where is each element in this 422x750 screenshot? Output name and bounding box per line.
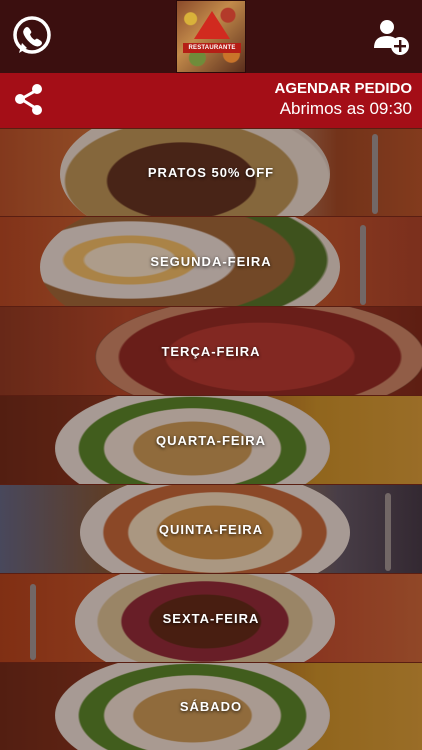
opening-time: Abrimos as 09:30 [279,99,412,118]
menu-item-quinta-feira[interactable]: QUINTA-FEIRA [0,484,422,573]
menu-item-label: SEGUNDA-FEIRA [150,254,272,269]
share-icon[interactable] [12,83,45,116]
menu-item-label: SÁBADO [179,699,243,714]
logo-triangle-icon [194,11,230,39]
menu-item-label: PRATOS 50% OFF [147,165,275,180]
menu-item-label: SEXTA-FEIRA [162,610,260,626]
menu-item-sexta-feira[interactable]: SEXTA-FEIRA [0,573,422,662]
menu-item-segunda-feira[interactable]: SEGUNDA-FEIRA [0,216,422,306]
menu-item-label: QUINTA-FEIRA [158,521,264,537]
menu-item-terca-feira[interactable]: TERÇA-FEIRA [0,306,422,395]
whatsapp-icon[interactable] [11,15,53,57]
menu-item-label: TERÇA-FEIRA [161,343,261,359]
menu-item-pratos-50-off[interactable]: PRATOS 50% OFF [0,128,422,216]
menu-item-sabado[interactable]: SÁBADO [0,662,422,750]
schedule-order-title[interactable]: AGENDAR PEDIDO [274,80,412,97]
logo-text: RESTAURANTE [183,43,241,53]
restaurant-logo: RESTAURANTE [176,0,246,73]
menu-item-quarta-feira[interactable]: QUARTA-FEIRA [0,395,422,484]
add-user-icon[interactable] [371,17,411,57]
menu-item-label: QUARTA-FEIRA [156,432,266,448]
